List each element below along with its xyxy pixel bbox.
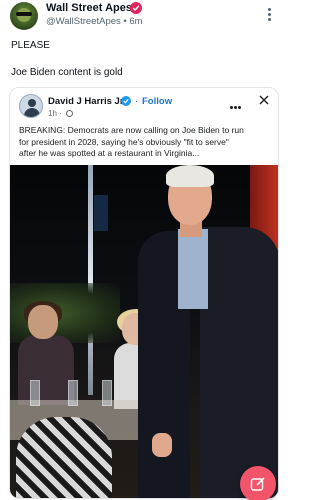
striped-chair — [16, 417, 112, 498]
quoted-verified-badge-icon — [121, 96, 131, 106]
verified-badge-icon — [130, 2, 142, 14]
separator-dot: · — [135, 96, 138, 106]
quoted-post-card[interactable]: David J Harris Jr. · Follow 1h · BREAKIN… — [9, 87, 279, 499]
quoted-text-line-1: BREAKING: Democrats are now calling on J… — [19, 125, 244, 135]
globe-icon — [66, 110, 74, 117]
background-sign — [94, 195, 108, 231]
post-text-line-2: Joe Biden content is gold — [11, 67, 123, 78]
quoted-timestamp: 1h · — [48, 109, 74, 118]
quoted-text-line-3: after he was spotted at a restaurant in … — [19, 148, 200, 158]
more-vertical-icon[interactable] — [264, 8, 274, 24]
standing-man — [138, 165, 278, 498]
quoted-time: 1h — [48, 109, 57, 118]
quoted-author-name[interactable]: David J Harris Jr. — [48, 96, 126, 107]
glass — [30, 380, 40, 406]
quoted-text-line-2: for president in 2028, saying he's obvio… — [19, 136, 229, 147]
avatar-glasses — [16, 12, 32, 16]
close-icon[interactable] — [258, 93, 270, 105]
seated-person-left — [18, 301, 74, 405]
follow-button[interactable]: Follow — [142, 96, 172, 107]
author-name[interactable]: Wall Street Apes — [46, 2, 132, 14]
compose-button[interactable] — [240, 466, 276, 500]
post-text-line-1: PLEASE — [11, 40, 50, 51]
quoted-avatar[interactable] — [19, 94, 43, 118]
more-horizontal-icon[interactable] — [230, 96, 244, 109]
post-header: Wall Street Apes @WallStreetApes • 6m — [0, 0, 288, 30]
author-handle: @WallStreetApes • 6m — [46, 16, 143, 27]
glass — [102, 380, 112, 406]
quoted-text: BREAKING: Democrats are now calling on J… — [19, 125, 273, 160]
light-pole — [88, 165, 93, 395]
glass — [68, 380, 78, 406]
avatar[interactable] — [10, 2, 38, 30]
compose-icon — [250, 477, 265, 491]
video-player[interactable] — [10, 165, 278, 498]
